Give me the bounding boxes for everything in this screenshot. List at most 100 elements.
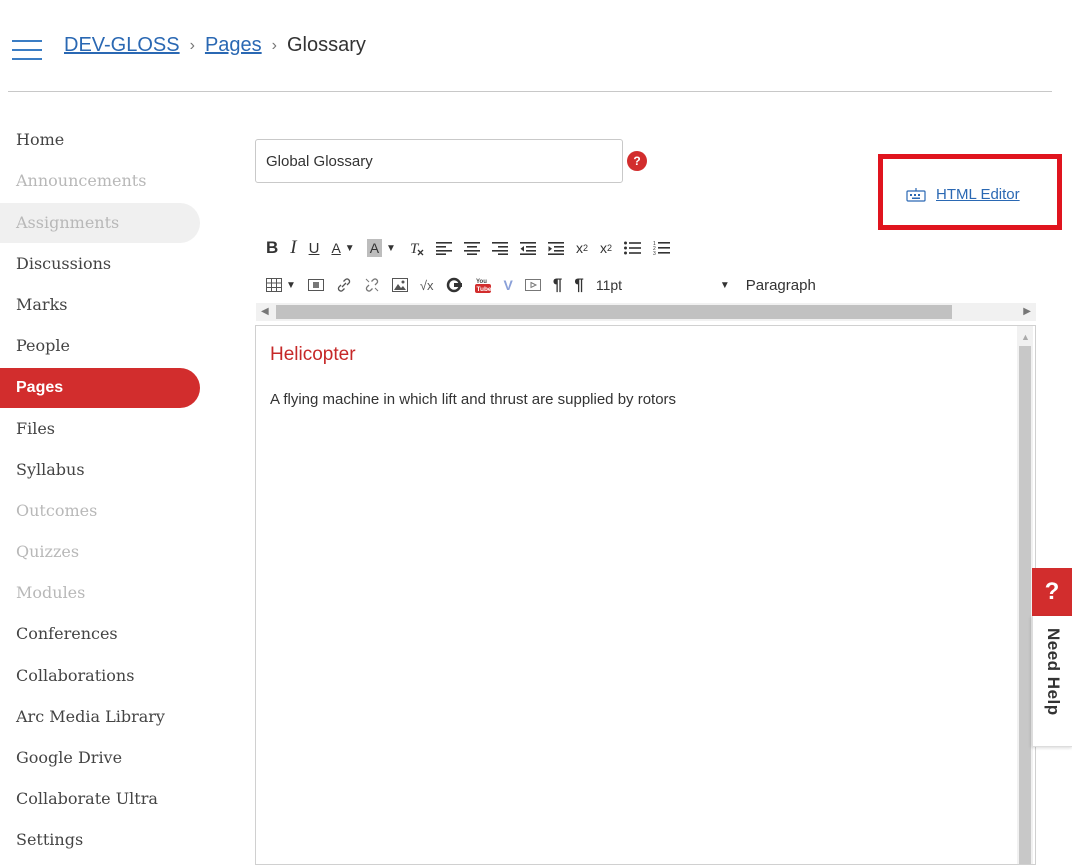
numbered-list-icon: 123 [653,241,670,256]
font-size-dropdown-caret[interactable]: ▼ [720,271,730,299]
breadcrumb-pages-link[interactable]: Pages [205,34,262,57]
lti-tool-button[interactable] [446,271,462,299]
menu-icon[interactable] [12,40,42,60]
align-center-icon [463,242,480,255]
sidebar-item-pages[interactable]: Pages [0,368,200,408]
breadcrumb: DEV-GLOSS › Pages › Glossary [64,34,366,57]
page-title-input[interactable] [255,139,623,183]
keyboard-icon [906,187,926,202]
sidebar-item-marks[interactable]: Marks [0,285,200,325]
help-icon[interactable]: ? [1032,568,1072,616]
rich-text-editor[interactable]: Helicopter A flying machine in which lif… [255,325,1036,865]
sidebar-item-arc-media-library[interactable]: Arc Media Library [0,697,200,737]
content-paragraph[interactable]: A flying machine in which lift and thrus… [270,391,676,408]
need-help-tab[interactable]: ? Need Help [1032,568,1072,747]
chevron-down-icon: ▼ [386,242,396,254]
bold-button[interactable]: B [266,234,278,262]
toolbar-row-formatting: B I U A ▼ A ▼ T x2 x2 123 [266,234,682,262]
pilcrow-rtl-icon: ¶ [574,275,584,294]
clear-format-icon: T [410,241,424,256]
youtube-button[interactable]: You Tube [474,271,492,299]
equation-button[interactable]: √x [420,271,434,299]
outdent-button[interactable] [519,234,536,262]
html-editor-toggle[interactable]: HTML Editor [906,186,1020,203]
sidebar-item-collaborate-ultra[interactable]: Collaborate Ultra [0,779,200,819]
scrollbar-thumb[interactable] [276,305,952,319]
superscript-button[interactable]: x2 [576,234,588,262]
numbered-list-button[interactable]: 123 [653,234,670,262]
content-heading[interactable]: Helicopter [270,344,356,366]
breadcrumb-separator: › [189,36,195,54]
bg-color-button[interactable]: A [366,239,383,257]
bullet-list-button[interactable] [623,234,641,262]
sqrt-icon: √x [419,277,434,293]
media-embed-button[interactable] [307,271,324,299]
subscript-label: x [599,240,607,256]
breadcrumb-current: Glossary [286,34,366,56]
video-button[interactable] [524,271,541,299]
text-color-dropdown[interactable]: ▼ [345,234,355,262]
align-right-button[interactable] [491,234,508,262]
image-button[interactable] [391,271,408,299]
breadcrumb-separator: › [271,36,277,54]
sidebar-item-syllabus[interactable]: Syllabus [0,450,200,490]
subscript-button[interactable]: x2 [600,234,612,262]
bullet-list-icon [623,241,641,255]
sidebar-item-conferences[interactable]: Conferences [0,614,200,654]
sidebar-item-people[interactable]: People [0,326,200,366]
vimeo-icon: V [503,277,513,293]
scroll-left-icon[interactable]: ◀ [261,306,269,317]
italic-button[interactable]: I [290,234,296,262]
scroll-right-icon[interactable]: ▶ [1023,306,1031,317]
sidebar-item-google-drive[interactable]: Google Drive [0,738,200,778]
align-left-button[interactable] [435,234,452,262]
sidebar-item-collaborations[interactable]: Collaborations [0,656,200,696]
ltr-paragraph-button[interactable]: ¶ [553,271,562,299]
vimeo-button[interactable]: V [504,271,513,299]
outdent-icon [519,242,536,255]
bg-color-dropdown[interactable]: ▼ [386,234,396,262]
sidebar-item-settings[interactable]: Settings [0,820,200,860]
svg-text:3: 3 [653,251,656,256]
underline-button[interactable]: U [309,234,320,262]
scrollbar-thumb[interactable] [1019,346,1031,864]
table-dropdown[interactable]: ▼ [286,271,296,299]
link-button[interactable] [336,271,352,299]
link-icon [337,278,351,292]
scroll-up-icon[interactable]: ▲ [1021,332,1030,342]
sidebar-item-discussions[interactable]: Discussions [0,244,200,284]
align-left-icon [435,242,452,255]
align-center-button[interactable] [463,234,480,262]
font-size-dropdown[interactable]: 11pt [596,277,720,293]
sidebar-item-quizzes[interactable]: Quizzes [0,532,200,572]
svg-text:Tube: Tube [476,286,491,293]
align-right-icon [491,242,508,255]
text-color-button[interactable]: A [331,234,340,262]
sidebar-item-outcomes[interactable]: Outcomes [0,491,200,531]
clear-formatting-button[interactable]: T [408,234,424,262]
paragraph-format-dropdown[interactable]: Paragraph [746,277,816,294]
toolbar-horizontal-scrollbar[interactable]: ◀ ▶ [256,303,1036,321]
sidebar-item-assignments[interactable]: Assignments [0,203,200,243]
editor-vertical-scrollbar[interactable]: ▲ [1017,326,1033,864]
indent-button[interactable] [547,234,564,262]
table-icon [266,278,282,292]
sidebar-item-announcements[interactable]: Announcements [0,161,200,201]
required-badge: ? [627,151,647,171]
chevron-down-icon: ▼ [719,279,730,291]
need-help-button[interactable]: Need Help [1032,616,1072,747]
toolbar-row-insert: ▼ √x You Tube V ¶ ¶ 11pt ▼ Paragraph [266,271,816,299]
chevron-down-icon: ▼ [344,242,355,254]
pilcrow-icon: ¶ [552,275,563,294]
header: DEV-GLOSS › Pages › Glossary [0,0,1072,92]
media-embed-icon [307,279,324,291]
breadcrumb-course-link[interactable]: DEV-GLOSS [64,34,180,57]
sidebar-item-home[interactable]: Home [0,120,200,160]
image-icon [391,278,408,292]
table-button[interactable] [266,271,282,299]
sidebar-item-files[interactable]: Files [0,409,200,449]
rtl-paragraph-button[interactable]: ¶ [574,271,583,299]
unlink-button[interactable] [364,271,380,299]
unlink-icon [365,278,379,292]
sidebar-item-modules[interactable]: Modules [0,573,200,613]
